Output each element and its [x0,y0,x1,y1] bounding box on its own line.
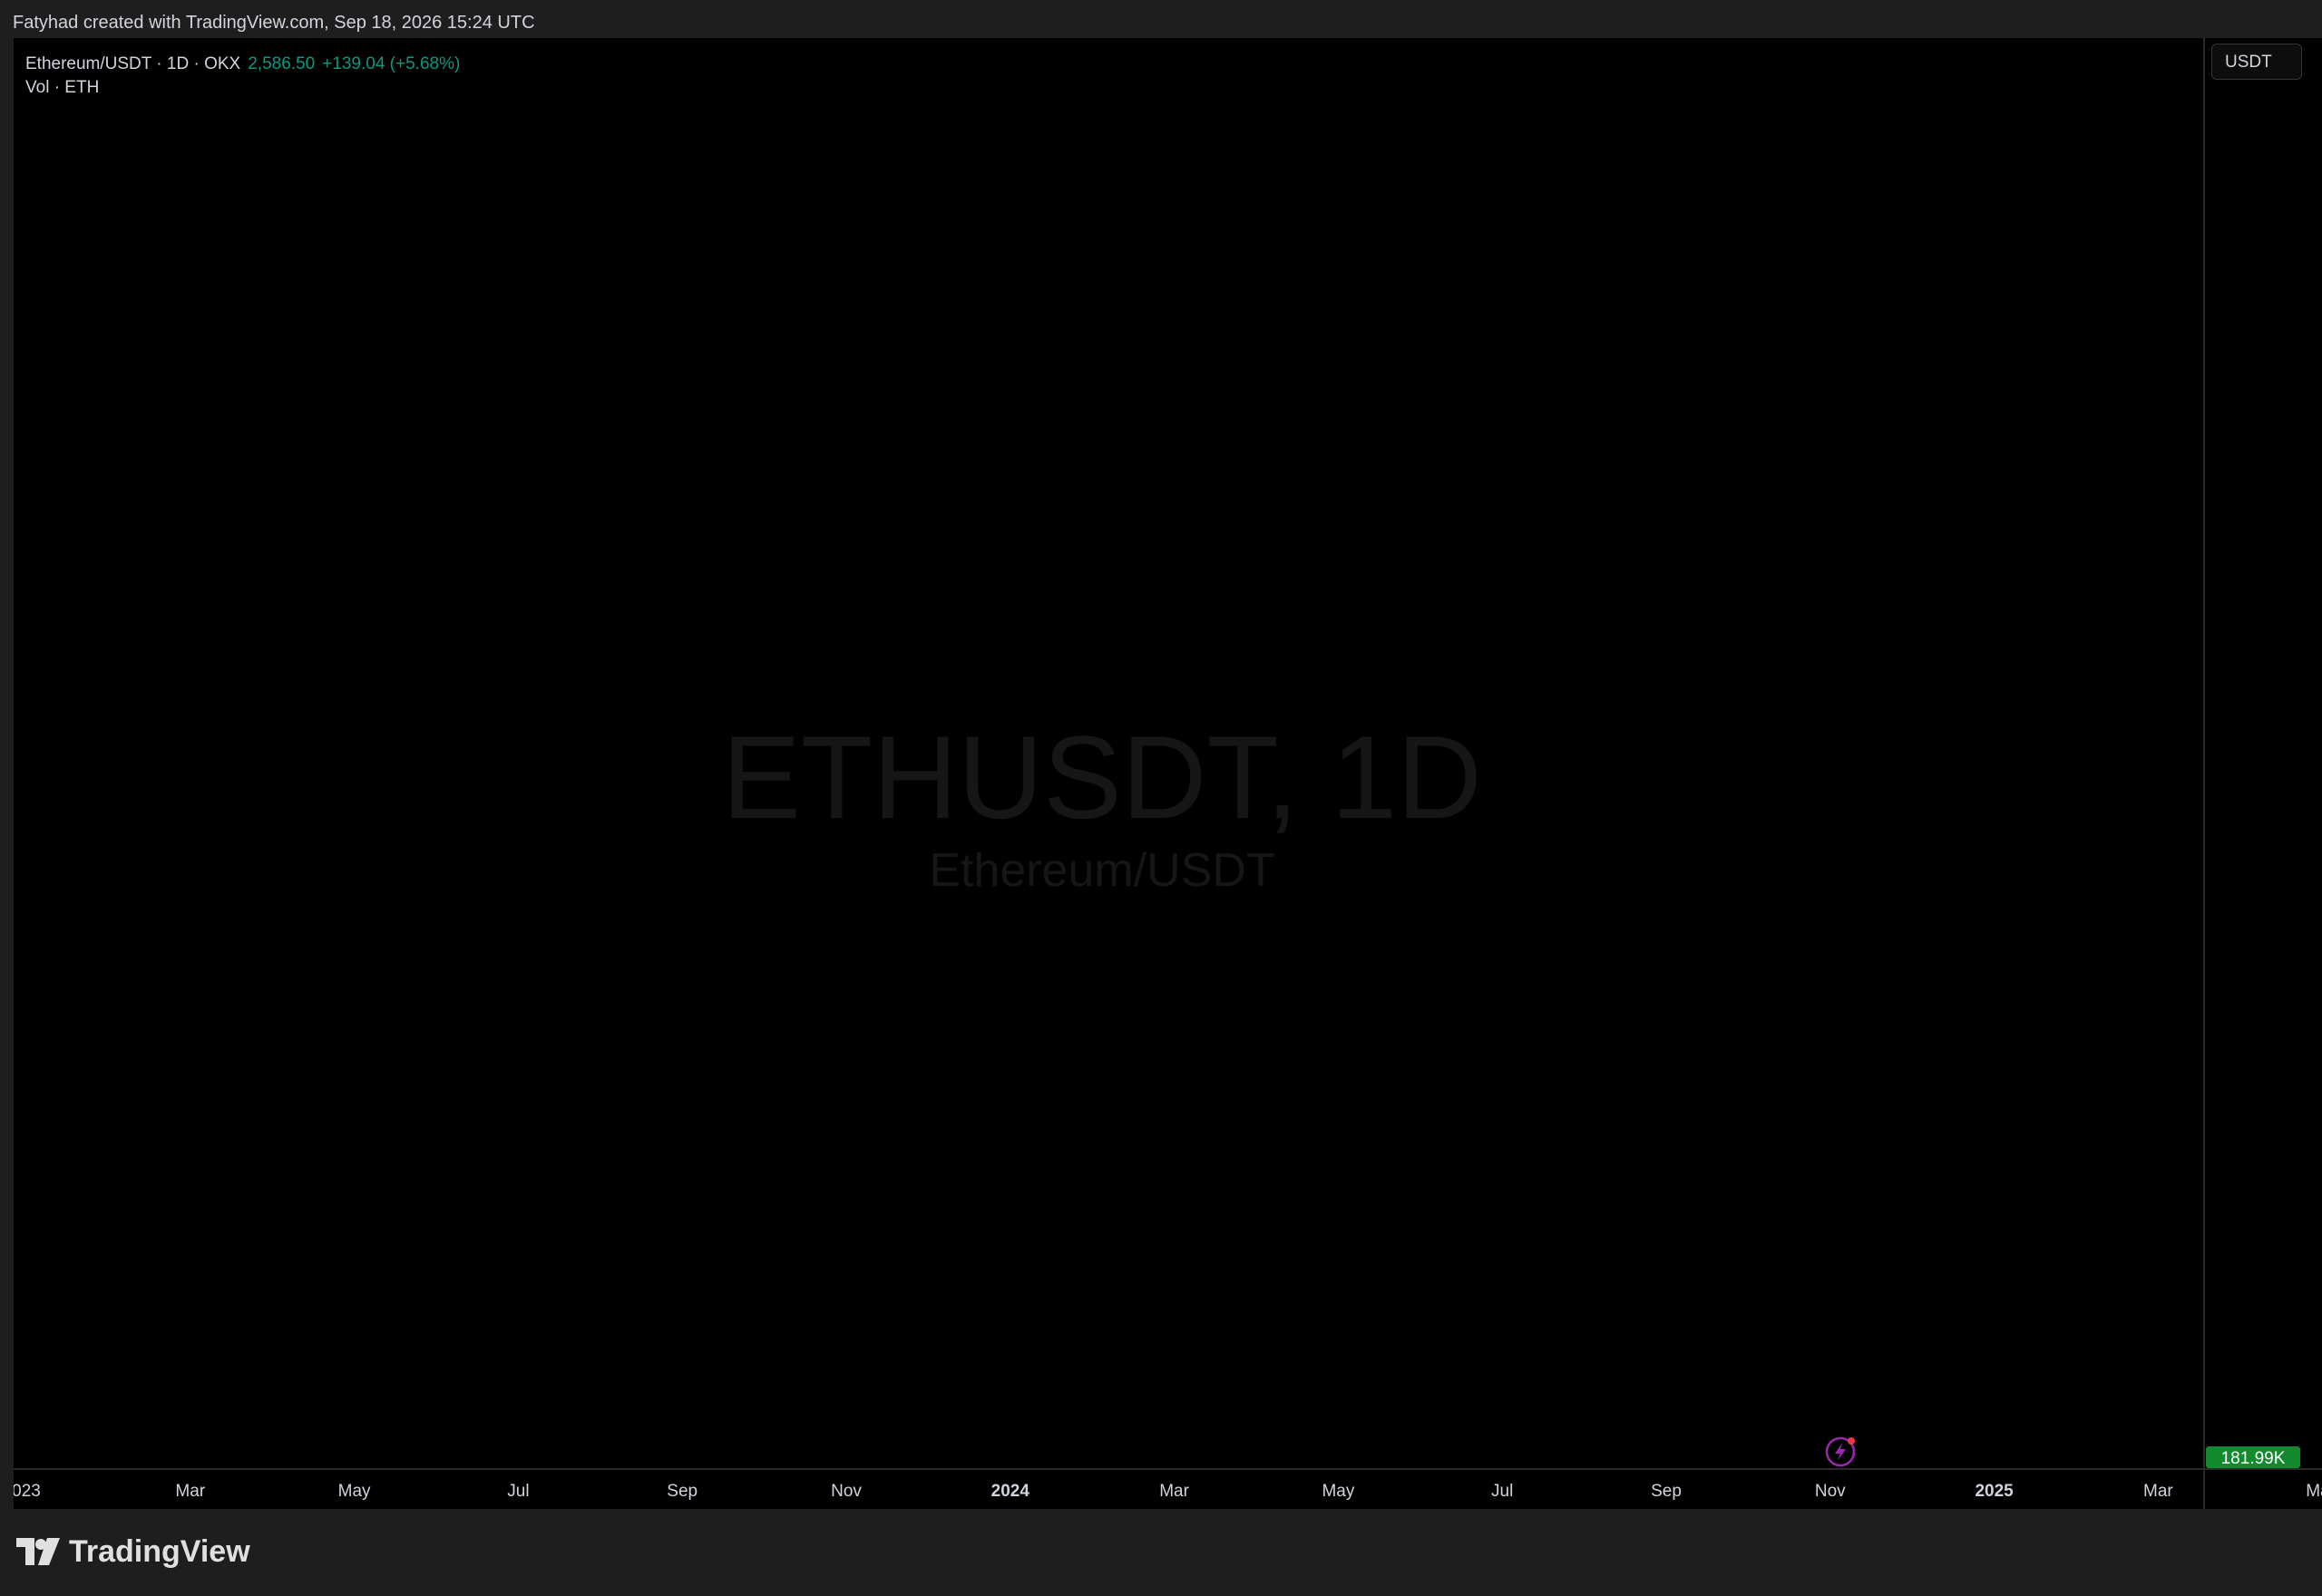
x-tick-label: Mar [1159,1482,1189,1501]
watermark-symbol: ETHUSDT, 1D [722,711,1482,843]
watermark: ETHUSDT, 1D Ethereum/USDT [722,711,1482,897]
legend-volume[interactable]: Vol · ETH [25,76,460,100]
footer [0,1509,2322,1596]
x-tick-label: Jul [1491,1482,1513,1501]
x-tick-label: 2024 [991,1482,1030,1501]
x-tick-label: Jul [507,1482,529,1501]
x-tick-label: May [1322,1482,1354,1501]
currency-button[interactable]: USDT [2211,44,2302,80]
legend: Ethereum/USDT · 1D · OKX 2,586.50 +139.04 … [25,53,460,100]
x-tick-label: Mar [2143,1482,2173,1501]
x-tick-label: Sep [667,1482,698,1501]
attribution-text: Fatyhad created with TradingView.com, Se… [13,13,535,33]
x-tick-label: 2025 [1975,1482,2014,1501]
tradingview-logo-icon [16,1537,60,1565]
svg-text:181.99K: 181.99K [2221,1449,2286,1468]
legend-symbol[interactable]: Ethereum/USDT · 1D · OKX [25,54,240,73]
x-tick-label: May [2306,1482,2322,1501]
lightning-icon[interactable] [1825,1436,1856,1467]
legend-price: 2,586.50 [248,54,316,73]
x-tick-label: Nov [1815,1482,1846,1501]
x-tick-label: Sep [1651,1482,1682,1501]
x-tick-label: May [338,1482,371,1501]
chart-area[interactable]: ETHUSDT, 1D Ethereum/USDT 4,800.004,600.… [14,38,2322,1509]
price-chart[interactable]: ETHUSDT, 1D Ethereum/USDT 4,800.004,600.… [14,38,2322,1509]
legend-change: +139.04 (+5.68%) [322,54,461,73]
watermark-name: Ethereum/USDT [929,844,1274,897]
x-tick-label: Mar [175,1482,205,1501]
brand-text: TradingView [69,1534,250,1569]
x-tick-label: Nov [831,1482,862,1501]
x-tick-label: 023 [14,1482,41,1501]
top-bar: Fatyhad created with TradingView.com, Se… [0,0,2322,38]
tradingview-logo[interactable]: TradingView [16,1534,250,1570]
volume-badge: 181.99K [2206,1446,2300,1468]
